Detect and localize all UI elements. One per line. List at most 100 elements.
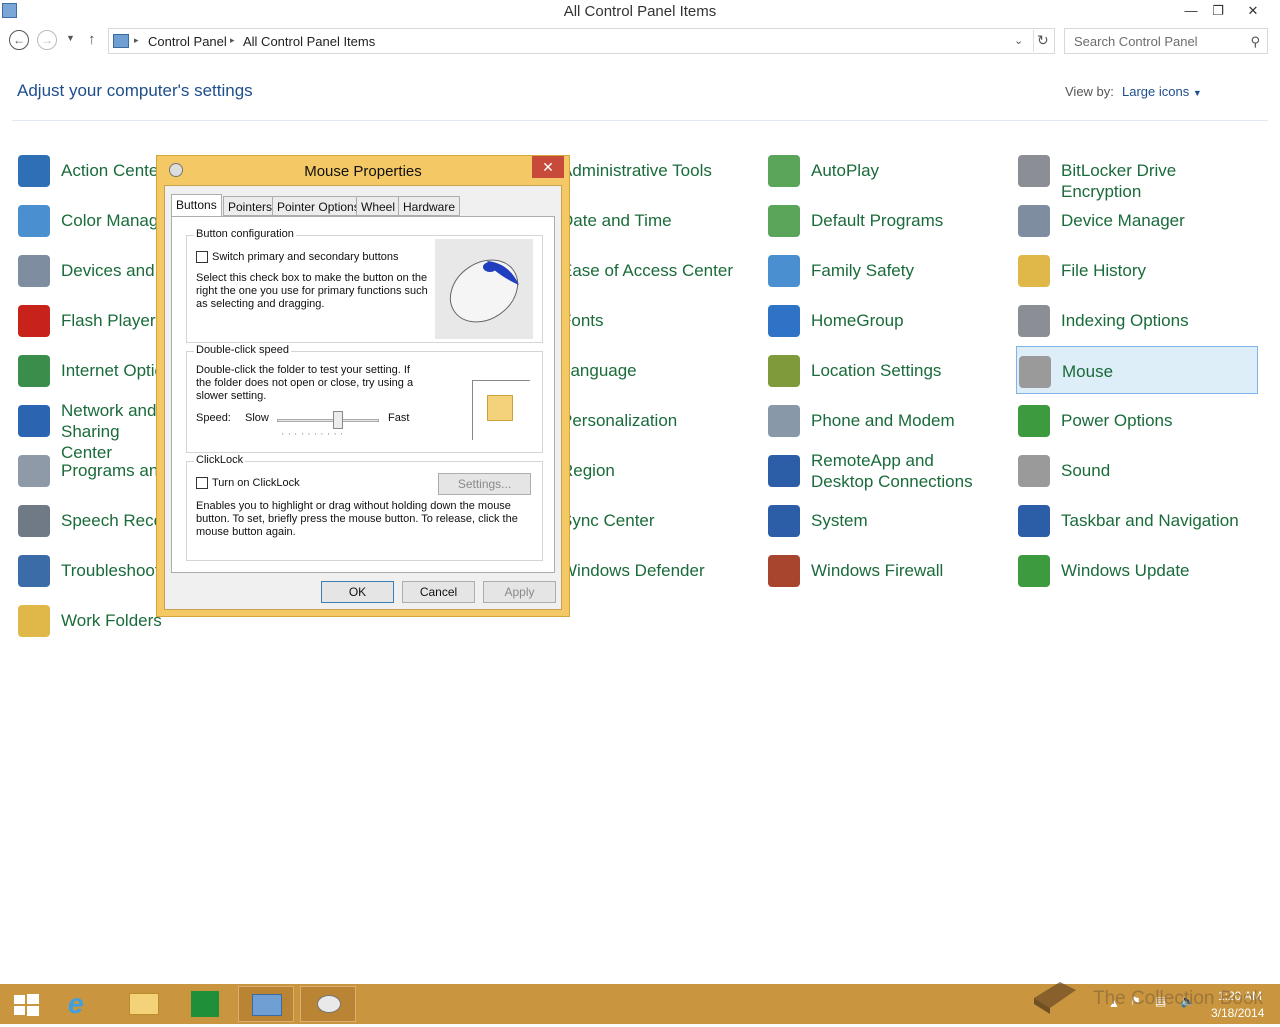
taskbar: e ▲ ⚑ ▤ 🔈 1:20 AM 3/18/2014: [0, 984, 1280, 1024]
back-arrow-icon[interactable]: ←: [9, 30, 29, 50]
address-dropdown-icon[interactable]: ⌄: [1014, 34, 1023, 47]
control-panel-item[interactable]: AutoPlay: [766, 146, 1008, 194]
breadcrumb-chevron-icon[interactable]: ▸: [230, 35, 235, 46]
maximize-button[interactable]: ❐: [1204, 0, 1232, 22]
indexing-icon: [1018, 305, 1050, 337]
button-config-description: Select this check box to make the button…: [196, 272, 428, 310]
store-icon[interactable]: [177, 986, 233, 1022]
divider: [12, 120, 1268, 121]
control-panel-item-label: Location Settings: [811, 361, 942, 380]
test-folder-area[interactable]: [472, 380, 530, 440]
control-panel-item[interactable]: HomeGroup: [766, 296, 1008, 344]
sound-icon: [1018, 455, 1050, 487]
group-title: ClickLock: [194, 454, 246, 466]
apply-button[interactable]: Apply: [483, 581, 556, 603]
control-panel-item[interactable]: BitLocker Drive Encryption: [1016, 146, 1258, 201]
double-click-speed-slider[interactable]: [277, 419, 379, 422]
bitlocker-icon: [1018, 155, 1050, 187]
remoteapp-icon: [768, 455, 800, 487]
control-panel-item-label: Personalization: [561, 411, 678, 430]
color-management-icon: [18, 205, 50, 237]
control-panel-item[interactable]: Indexing Options: [1016, 296, 1258, 344]
clicklock-label[interactable]: Turn on ClickLock: [212, 477, 300, 490]
control-panel-item[interactable]: File History: [1016, 246, 1258, 294]
breadcrumb-control-panel[interactable]: Control Panel: [148, 34, 227, 49]
close-window-button[interactable]: ✕: [1239, 0, 1267, 22]
flash-icon: [18, 305, 50, 337]
file-explorer-icon[interactable]: [116, 986, 172, 1022]
minimize-button[interactable]: —: [1177, 0, 1205, 22]
default-programs-icon: [768, 205, 800, 237]
device-manager-icon: [1018, 205, 1050, 237]
ok-button[interactable]: OK: [321, 581, 394, 603]
switch-buttons-label[interactable]: Switch primary and secondary buttons: [212, 251, 398, 264]
clicklock-settings-button[interactable]: Settings...: [438, 473, 531, 495]
control-panel-item-label: Fonts: [561, 311, 604, 330]
address-box[interactable]: ▸ Control Panel ▸ All Control Panel Item…: [108, 28, 1055, 54]
view-by-label: View by:: [1065, 84, 1114, 99]
control-panel-item[interactable]: Device Manager: [1016, 196, 1258, 244]
control-panel-item[interactable]: System: [766, 496, 1008, 544]
mouse-properties-taskbar-icon[interactable]: [300, 986, 356, 1022]
mouse-properties-dialog: Mouse Properties ✕ Buttons Pointers Poin…: [156, 155, 570, 617]
control-panel-item-label: Language: [561, 361, 637, 380]
divider: [1033, 30, 1034, 52]
control-panel-item[interactable]: Phone and Modem: [766, 396, 1008, 444]
tab-buttons[interactable]: Buttons: [171, 194, 222, 218]
homegroup-icon: [768, 305, 800, 337]
dialog-title: Mouse Properties: [304, 163, 422, 180]
breadcrumb-chevron-icon[interactable]: ▸: [134, 35, 139, 46]
recent-locations-chevron-icon[interactable]: ▼: [66, 33, 75, 43]
tab-panel-buttons: Button configuration Switch primary and …: [171, 216, 555, 573]
double-click-speed-group: Double-click speed Double-click the fold…: [186, 344, 543, 453]
control-panel-item-label: Phone and Modem: [811, 411, 955, 430]
control-panel-item[interactable]: Power Options: [1016, 396, 1258, 444]
button-configuration-group: Button configuration Switch primary and …: [186, 228, 543, 343]
autoplay-icon: [768, 155, 800, 187]
internet-explorer-icon[interactable]: e: [56, 986, 112, 1022]
search-icon[interactable]: ⚲: [1250, 34, 1260, 50]
devices-printers-icon: [18, 255, 50, 287]
breadcrumb-all-items[interactable]: All Control Panel Items: [243, 34, 375, 49]
book-logo-icon: [1030, 976, 1080, 1016]
control-panel-taskbar-icon[interactable]: [238, 986, 294, 1022]
up-arrow-icon[interactable]: ↑: [88, 31, 96, 48]
control-panel-icon: [113, 34, 129, 48]
double-click-description: Double-click the folder to test your set…: [196, 364, 414, 402]
start-button[interactable]: [0, 986, 56, 1022]
cancel-button[interactable]: Cancel: [402, 581, 475, 603]
view-by-dropdown[interactable]: Large icons ▼: [1122, 84, 1202, 99]
tab-wheel[interactable]: Wheel: [356, 196, 401, 216]
refresh-icon[interactable]: ↻: [1037, 32, 1049, 49]
control-panel-item-label: Windows Update: [1061, 561, 1190, 580]
dialog-close-button[interactable]: ✕: [532, 156, 564, 178]
tab-pointers[interactable]: Pointers: [223, 196, 278, 216]
control-panel-item[interactable]: Windows Update: [1016, 546, 1258, 594]
control-panel-item[interactable]: Sound: [1016, 446, 1258, 494]
folder-icon[interactable]: [487, 395, 513, 421]
control-panel-item-label: HomeGroup: [811, 311, 904, 330]
forward-arrow-icon[interactable]: →: [37, 30, 57, 50]
control-panel-item[interactable]: Default Programs: [766, 196, 1008, 244]
clicklock-group: ClickLock Turn on ClickLock Settings... …: [186, 454, 543, 561]
control-panel-item[interactable]: Windows Firewall: [766, 546, 1008, 594]
control-panel-item-label: Taskbar and Navigation: [1061, 511, 1239, 530]
clicklock-checkbox[interactable]: [196, 477, 208, 489]
tab-hardware[interactable]: Hardware: [398, 196, 461, 216]
control-panel-item[interactable]: Mouse: [1016, 346, 1258, 394]
switch-buttons-checkbox[interactable]: [196, 251, 208, 263]
control-panel-item-label: Administrative Tools: [561, 161, 712, 180]
windows-update-icon: [1018, 555, 1050, 587]
group-title: Button configuration: [194, 228, 296, 240]
slider-thumb[interactable]: [333, 411, 343, 429]
slider-ticks: '''''''''': [282, 432, 348, 441]
tab-pointer-options[interactable]: Pointer Options: [272, 196, 365, 216]
view-by-value: Large icons: [1122, 84, 1190, 99]
control-panel-item[interactable]: Taskbar and Navigation: [1016, 496, 1258, 544]
control-panel-item[interactable]: Location Settings: [766, 346, 1008, 394]
control-panel-item-label: File History: [1061, 261, 1147, 280]
group-title: Double-click speed: [194, 344, 291, 356]
control-panel-item[interactable]: Family Safety: [766, 246, 1008, 294]
search-input[interactable]: Search Control Panel ⚲: [1064, 28, 1268, 54]
control-panel-item[interactable]: RemoteApp and Desktop Connections: [766, 446, 1008, 494]
